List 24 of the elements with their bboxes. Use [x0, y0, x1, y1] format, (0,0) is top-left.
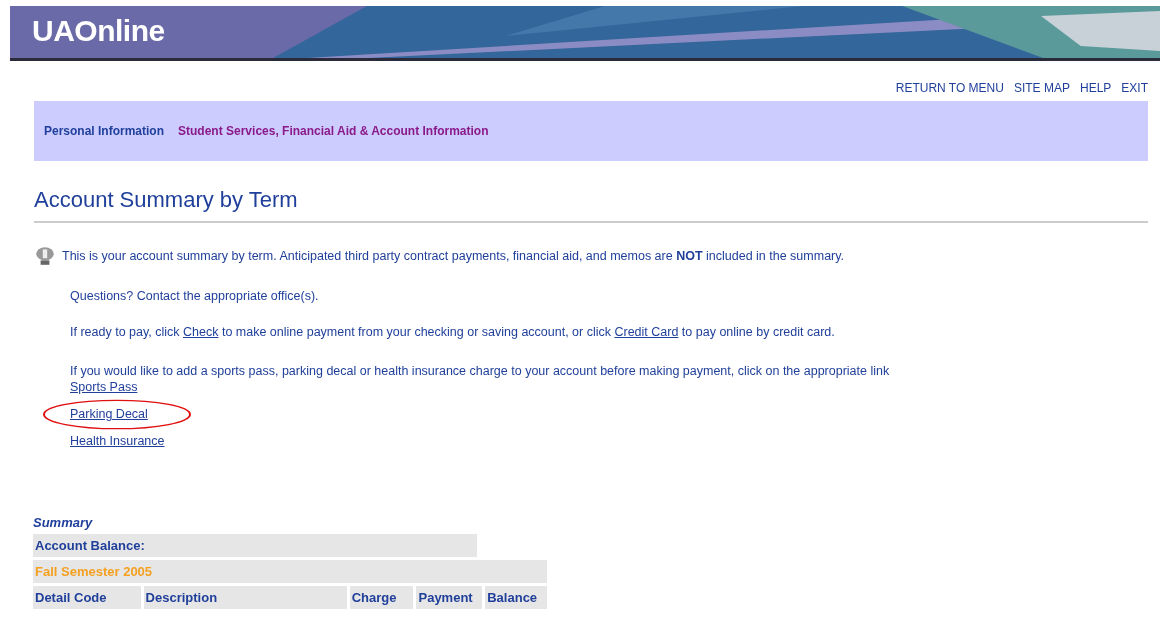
- nav-tab[interactable]: Student Services, Financial Aid & Account Information: [178, 124, 489, 138]
- check-link[interactable]: Check: [183, 325, 219, 339]
- nav-tab[interactable]: Personal Information: [44, 124, 165, 138]
- nav-link[interactable]: HELP: [1079, 81, 1112, 95]
- column-header: Detail Code: [33, 586, 141, 609]
- column-header: Description: [143, 586, 347, 609]
- page-title: Account Summary by Term: [34, 187, 1148, 223]
- nav-link[interactable]: EXIT: [1121, 81, 1148, 95]
- questions-text: Questions? Contact the appropriate office(s).: [70, 289, 319, 303]
- summary-title: Summary: [33, 515, 94, 530]
- term-heading: Fall Semester 2005: [33, 560, 547, 583]
- balance-label: Account Balance:: [33, 534, 477, 557]
- payment-text: If ready to pay, click Check to make online payment from your checking or saving account, or click Credit Card to pay online by credit card.: [70, 325, 835, 339]
- column-header: Charge: [349, 586, 414, 609]
- column-header: Payment: [416, 586, 483, 609]
- credit-card-link[interactable]: Credit Card: [614, 325, 679, 339]
- addon-link[interactable]: Sports Pass: [70, 380, 138, 394]
- nav-link[interactable]: RETURN TO MENU: [895, 81, 1004, 95]
- addon-text: If you would like to add a sports pass, parking decal or health insurance charge to your account before making payment, click on the appropriate link: [70, 364, 890, 378]
- column-header: Balance: [485, 586, 547, 609]
- nav-link[interactable]: SITE MAP: [1013, 81, 1070, 95]
- info-text: This is your account summary by term. Anticipated third party contract payments, financial aid, and memos are NOT included in the summary.: [62, 249, 845, 263]
- addon-link[interactable]: Health Insurance: [70, 434, 165, 448]
- info-icon: [34, 245, 56, 267]
